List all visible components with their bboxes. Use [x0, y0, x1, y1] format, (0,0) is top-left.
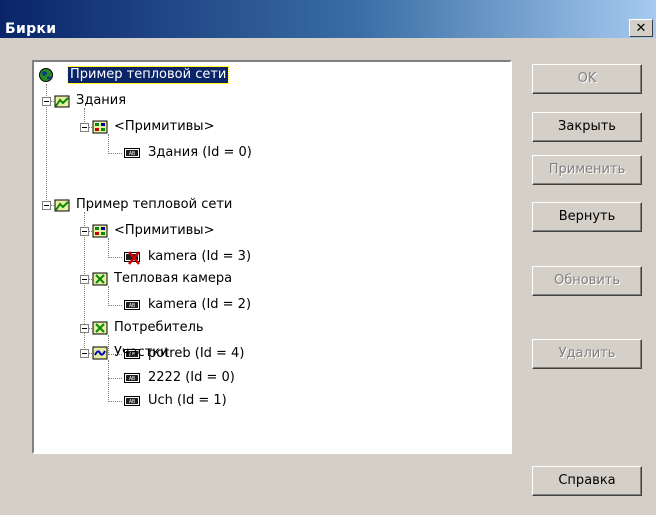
tree-connector	[108, 378, 122, 379]
tag-label-icon: AB	[124, 300, 140, 310]
globe-icon	[39, 68, 53, 82]
apply-button[interactable]: Применить	[532, 155, 642, 185]
title-bar: Бирки ✕	[0, 0, 656, 38]
collapse-toggle-buildings[interactable]	[42, 97, 51, 106]
collapse-toggle-network[interactable]	[42, 201, 51, 210]
svg-text:AB: AB	[129, 399, 135, 405]
collapse-toggle-primitives[interactable]	[80, 123, 89, 132]
ok-button[interactable]: OK	[532, 64, 642, 94]
tree-node-kamera-2[interactable]: kamera (Id = 2)	[146, 297, 253, 313]
tree-node-buildings-tag[interactable]: Здания (Id = 0)	[146, 145, 254, 161]
close-window-button[interactable]: ✕	[629, 19, 653, 37]
close-button[interactable]: Закрыть	[532, 112, 642, 142]
delete-button[interactable]: Удалить	[532, 339, 642, 369]
tree-connector	[108, 134, 109, 154]
layer-folder-icon	[54, 199, 70, 212]
tree-connector	[108, 401, 122, 402]
tree-connector	[108, 238, 109, 258]
svg-text:AB: AB	[129, 151, 135, 157]
collapse-toggle-primitives-2[interactable]	[80, 227, 89, 236]
primitives-icon	[92, 120, 108, 134]
tree-connector	[108, 257, 122, 258]
tree-node-kamera-3[interactable]: kamera (Id = 3)	[146, 249, 253, 265]
tree-node-primitives-2[interactable]: <Примитивы>	[112, 223, 216, 239]
tag-label-icon: AB	[124, 396, 140, 406]
tag-label-icon: AB	[124, 373, 140, 383]
tag-error-icon	[124, 251, 140, 265]
layer-folder-icon	[54, 95, 70, 108]
tag-label-icon: AB	[124, 148, 140, 158]
chamber-icon	[92, 272, 108, 286]
collapse-toggle-consumer[interactable]	[80, 324, 89, 333]
tree-node-root[interactable]: Пример тепловой сети	[66, 66, 230, 84]
tree-node-sections[interactable]: Участки	[112, 345, 171, 361]
tree-connector	[108, 360, 109, 402]
tree-node-primitives[interactable]: <Примитивы>	[112, 119, 216, 135]
tree-connector	[108, 305, 122, 306]
tree-node-section-uch[interactable]: Uch (Id = 1)	[146, 393, 229, 409]
window-title: Бирки	[5, 21, 57, 37]
help-button[interactable]: Справка	[532, 466, 642, 496]
tags-tree-view[interactable]: Пример тепловой сети Здания <Примитивы> …	[32, 60, 512, 454]
tree-connector	[108, 153, 122, 154]
collapse-toggle-sections[interactable]	[80, 349, 89, 358]
tree-connector	[108, 286, 109, 306]
pipe-section-icon	[92, 346, 108, 360]
svg-text:AB: AB	[129, 303, 135, 309]
tree-node-section-2222[interactable]: 2222 (Id = 0)	[146, 370, 237, 386]
chamber-icon	[92, 321, 108, 335]
revert-button[interactable]: Вернуть	[532, 202, 642, 232]
svg-text:AB: AB	[129, 376, 135, 382]
tree-node-buildings[interactable]: Здания	[74, 93, 128, 109]
refresh-button[interactable]: Обновить	[532, 266, 642, 296]
tree-node-chamber[interactable]: Тепловая камера	[112, 271, 234, 287]
tree-node-consumer[interactable]: Потребитель	[112, 320, 206, 336]
tree-connector	[108, 335, 109, 355]
tree-node-network[interactable]: Пример тепловой сети	[74, 197, 234, 213]
primitives-icon	[92, 224, 108, 238]
collapse-toggle-chamber[interactable]	[80, 275, 89, 284]
